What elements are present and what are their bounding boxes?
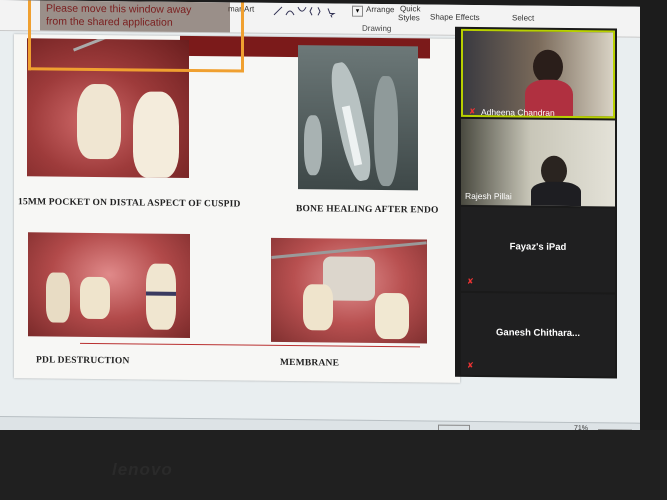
video-tile-ganesh[interactable]: Ganesh Chithara... ✘: [461, 292, 615, 377]
caption-bone-healing: BONE HEALING AFTER ENDO: [296, 204, 439, 216]
more-shapes-icon[interactable]: ▾: [352, 5, 363, 17]
caption-pdl: PDL DESTRUCTION: [36, 355, 130, 367]
participant-name-2: Rajesh Pillai: [465, 190, 512, 202]
drawing-group-label: Drawing: [362, 23, 392, 34]
share-warning-line2: from the shared application: [46, 15, 173, 29]
clinical-photo-membrane: [271, 237, 427, 344]
video-tile-fayaz[interactable]: Fayaz's iPad ✘: [461, 206, 615, 293]
clinical-photo-pdl: [28, 232, 190, 338]
muted-mic-icon: ✘: [469, 106, 476, 116]
quick-styles-label-1[interactable]: Quick: [400, 4, 420, 13]
shapes-gallery-icon[interactable]: [272, 5, 352, 18]
video-tile-adheena[interactable]: ✘ Adheena Chandran: [461, 28, 615, 119]
xray-bone-healing: [298, 45, 418, 191]
quick-styles-label-2[interactable]: Styles: [398, 13, 420, 22]
laptop-bezel: [0, 430, 667, 500]
participant-name-1: Adheena Chandran: [481, 107, 555, 118]
participant-name-3: Fayaz's iPad: [509, 241, 567, 253]
select-button[interactable]: Select: [512, 13, 534, 22]
lenovo-logo: lenovo: [112, 460, 173, 479]
participant-avatar: [533, 49, 563, 84]
muted-mic-icon: ✘: [467, 276, 474, 286]
shape-effects-button[interactable]: Shape Effects: [430, 13, 480, 23]
muted-mic-icon: ✘: [467, 360, 474, 370]
caption-membrane: MEMBRANE: [280, 357, 340, 369]
video-participants-panel[interactable]: ✘ Adheena Chandran Rajesh Pillai Fayaz's…: [455, 26, 617, 379]
participant-name-4: Ganesh Chithara...: [496, 327, 580, 340]
video-tile-rajesh[interactable]: Rajesh Pillai: [461, 118, 615, 207]
participant-body: [531, 181, 581, 207]
share-warning-message: Please move this window away from the sh…: [46, 2, 191, 30]
arrange-button[interactable]: Arrange: [366, 5, 394, 14]
laptop-screen: martArt ▾ Arrange Quick Styles Shape Eff…: [0, 0, 640, 447]
